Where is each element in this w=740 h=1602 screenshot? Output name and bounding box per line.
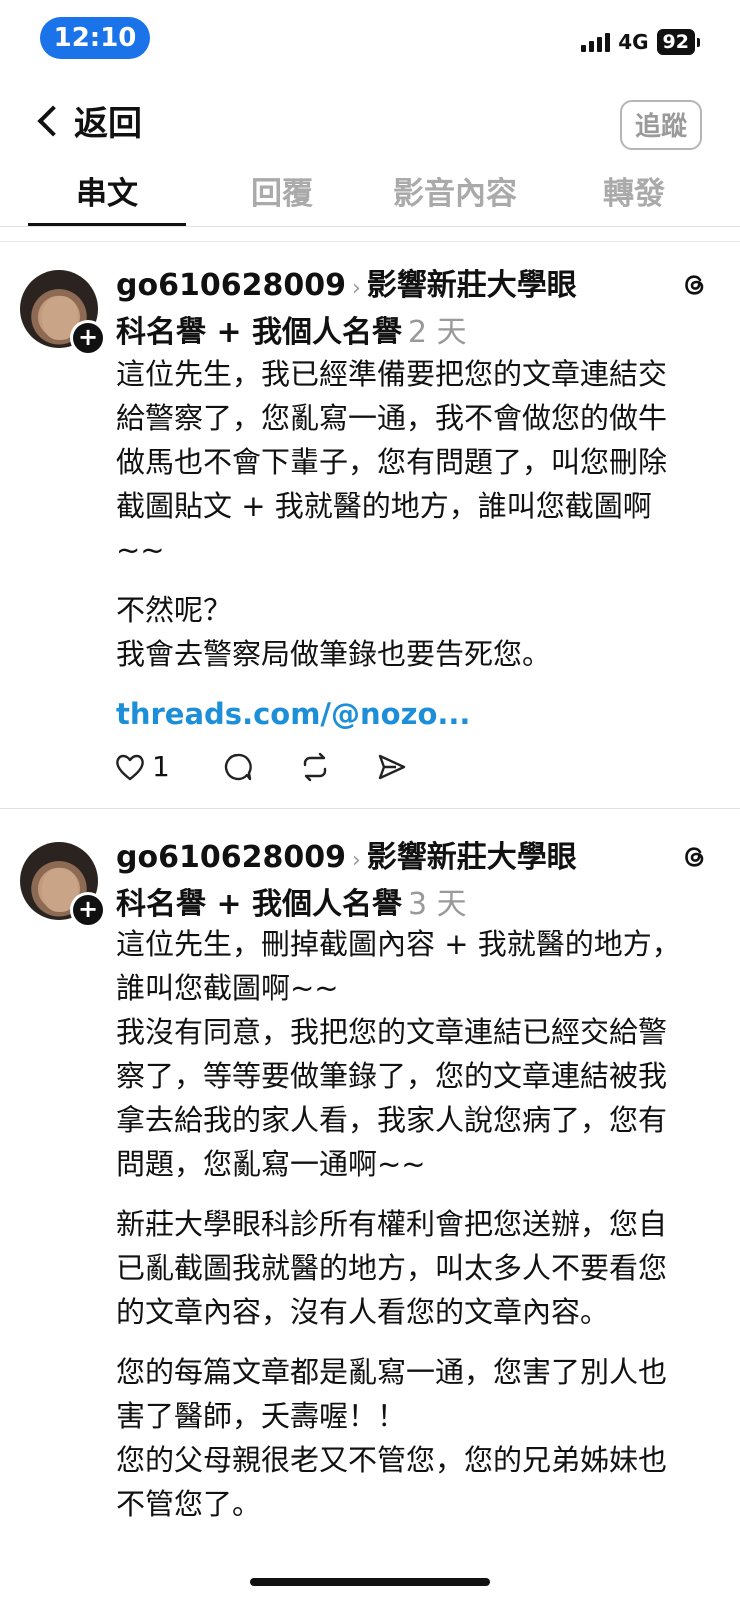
post-text: 我沒有同意，我把您的文章連結已經交給警察了，等等要做筆錄了，您的文章連結被我拿去… — [116, 1015, 668, 1181]
post-text: 您的父母親很老又不管您，您的兄弟姊妹也不管您了。 — [116, 1443, 668, 1521]
post-text: 這位先生，刪掉截圖內容 + 我就醫的地方，誰叫您截圖啊~~ — [116, 927, 681, 1005]
tab-threads[interactable]: 串文 — [28, 165, 186, 223]
back-label: 返回 — [74, 104, 142, 144]
back-button[interactable]: 返回 — [34, 96, 142, 145]
battery-icon: 92 — [656, 29, 695, 55]
repost-button[interactable] — [298, 751, 332, 783]
post-text: 不然呢？ — [116, 593, 233, 627]
tab-media[interactable]: 影音內容 — [370, 165, 540, 223]
topic-tag[interactable]: 影響新莊大學眼 — [367, 840, 577, 875]
avatar[interactable]: + — [20, 270, 106, 356]
tab-replies[interactable]: 回覆 — [208, 165, 356, 223]
post-text: 我會去警察局做筆錄也要告死您。 — [116, 637, 552, 671]
threads-logo-icon — [680, 270, 710, 300]
threads-logo-icon — [680, 842, 710, 872]
avatar[interactable]: + — [20, 842, 106, 928]
home-indicator[interactable] — [250, 1578, 490, 1586]
topic-tag[interactable]: 科名譽 + 我個人名譽 — [116, 315, 402, 350]
post-header: go610628009 › 影響新莊大學眼 科名譽 + 我個人名譽 2 天 — [116, 264, 686, 355]
profile-tabs: 串文 回覆 影音內容 轉發 — [0, 165, 740, 227]
divider — [0, 227, 740, 242]
status-indicators: 4G 92 — [581, 29, 700, 55]
post-text: 這位先生，我已經準備要把您的文章連結交給警察了，您亂寫一通，我不會做您的做牛做馬… — [116, 357, 668, 567]
follow-button[interactable]: 追蹤 — [620, 100, 702, 150]
post-time: 2 天 — [408, 315, 467, 350]
comment-button[interactable] — [222, 751, 254, 783]
post-time: 3 天 — [408, 887, 467, 922]
topic-tag[interactable]: 科名譽 + 我個人名譽 — [116, 887, 402, 922]
chevron-right-icon: › — [351, 276, 361, 301]
follow-plus-icon[interactable]: + — [70, 892, 106, 928]
share-button[interactable] — [376, 752, 408, 782]
post-actions: 1 — [114, 750, 438, 783]
post-header: go610628009 › 影響新莊大學眼 科名譽 + 我個人名譽 3 天 — [116, 836, 686, 927]
heart-icon — [116, 754, 144, 780]
like-button[interactable]: 1 — [114, 750, 170, 783]
chevron-left-icon — [37, 104, 69, 137]
chevron-right-icon: › — [351, 848, 361, 873]
like-count: 1 — [152, 750, 170, 783]
status-bar: 12:10 4G 92 — [0, 0, 740, 78]
post-link[interactable]: threads.com/@nozo... — [116, 692, 686, 736]
post-text: 新莊大學眼科診所有權利會把您送辦，您自已亂截圖我就醫的地方，叫太多人不要看您的文… — [116, 1207, 668, 1329]
signal-icon — [581, 32, 611, 52]
battery-tip — [697, 37, 700, 47]
username[interactable]: go610628009 — [116, 840, 346, 875]
repost-icon — [303, 752, 327, 781]
follow-plus-icon[interactable]: + — [70, 320, 106, 356]
send-icon — [378, 754, 406, 779]
username[interactable]: go610628009 — [116, 268, 346, 303]
post-body: 這位先生，刪掉截圖內容 + 我就醫的地方，誰叫您截圖啊~~ 我沒有同意，我把您的… — [116, 922, 686, 1526]
post-body: 這位先生，我已經準備要把您的文章連結交給警察了，您亂寫一通，我不會做您的做牛做馬… — [116, 352, 686, 736]
tab-reposts[interactable]: 轉發 — [560, 165, 708, 223]
topic-tag[interactable]: 影響新莊大學眼 — [367, 268, 577, 303]
status-time[interactable]: 12:10 — [40, 17, 150, 59]
comment-icon — [224, 753, 252, 780]
post-divider — [0, 808, 740, 809]
network-type: 4G — [618, 30, 649, 54]
post-text: 您的每篇文章都是亂寫一通，您害了別人也害了醫師，夭壽喔！！ — [116, 1355, 668, 1433]
